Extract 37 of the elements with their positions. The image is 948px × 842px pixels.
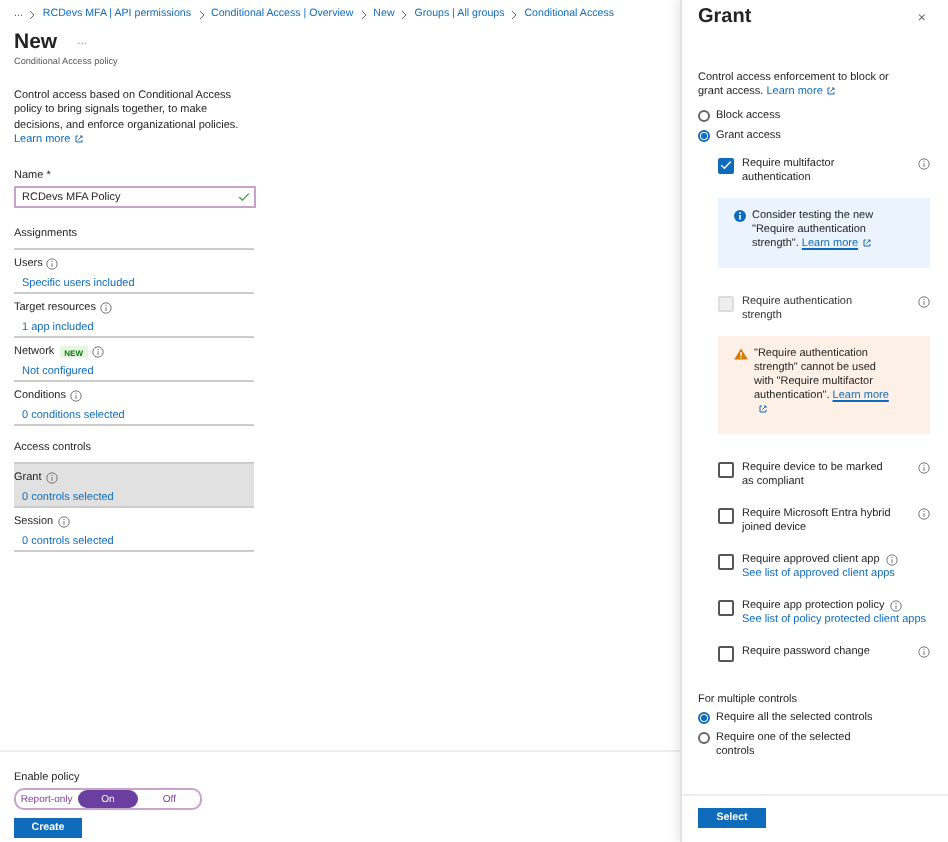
- radio-button[interactable]: [698, 712, 710, 725]
- info-icon: [57, 516, 70, 529]
- checkbox[interactable]: [718, 599, 734, 616]
- info-icon: [91, 346, 104, 359]
- info-icon: [70, 390, 82, 403]
- external-link-icon: [758, 403, 768, 414]
- info-icon: [45, 472, 58, 485]
- checkbox[interactable]: [718, 507, 734, 524]
- warning-icon: [734, 348, 748, 361]
- checkbox[interactable]: [718, 157, 734, 174]
- radio-button[interactable]: [698, 732, 710, 745]
- info-icon: [885, 554, 898, 567]
- info-icon: [918, 462, 930, 475]
- info-icon: [918, 158, 930, 171]
- radio-button[interactable]: [698, 110, 710, 123]
- info-icon: [918, 508, 930, 521]
- chevron-right-icon: [359, 9, 368, 19]
- info-icon: [99, 302, 112, 315]
- info-icon: [890, 600, 903, 613]
- external-link-icon: [826, 86, 837, 97]
- external-link-icon: [862, 237, 873, 248]
- chevron-right-icon: [400, 9, 409, 19]
- info-icon: [734, 210, 746, 223]
- page-title: New: [14, 30, 58, 54]
- info-icon: [918, 296, 930, 309]
- checkmark-icon: [720, 160, 732, 171]
- panel-title: Grant: [698, 6, 752, 30]
- radio-button[interactable]: [698, 130, 710, 143]
- info-icon: [918, 646, 930, 659]
- chevron-right-icon: [510, 9, 519, 19]
- chevron-right-icon: [197, 9, 206, 19]
- checkbox[interactable]: [718, 645, 734, 662]
- external-link-icon: [74, 133, 85, 144]
- checkbox[interactable]: [718, 553, 734, 570]
- info-icon: [46, 258, 59, 271]
- checkbox[interactable]: [718, 461, 734, 478]
- chevron-right-icon: [28, 9, 37, 19]
